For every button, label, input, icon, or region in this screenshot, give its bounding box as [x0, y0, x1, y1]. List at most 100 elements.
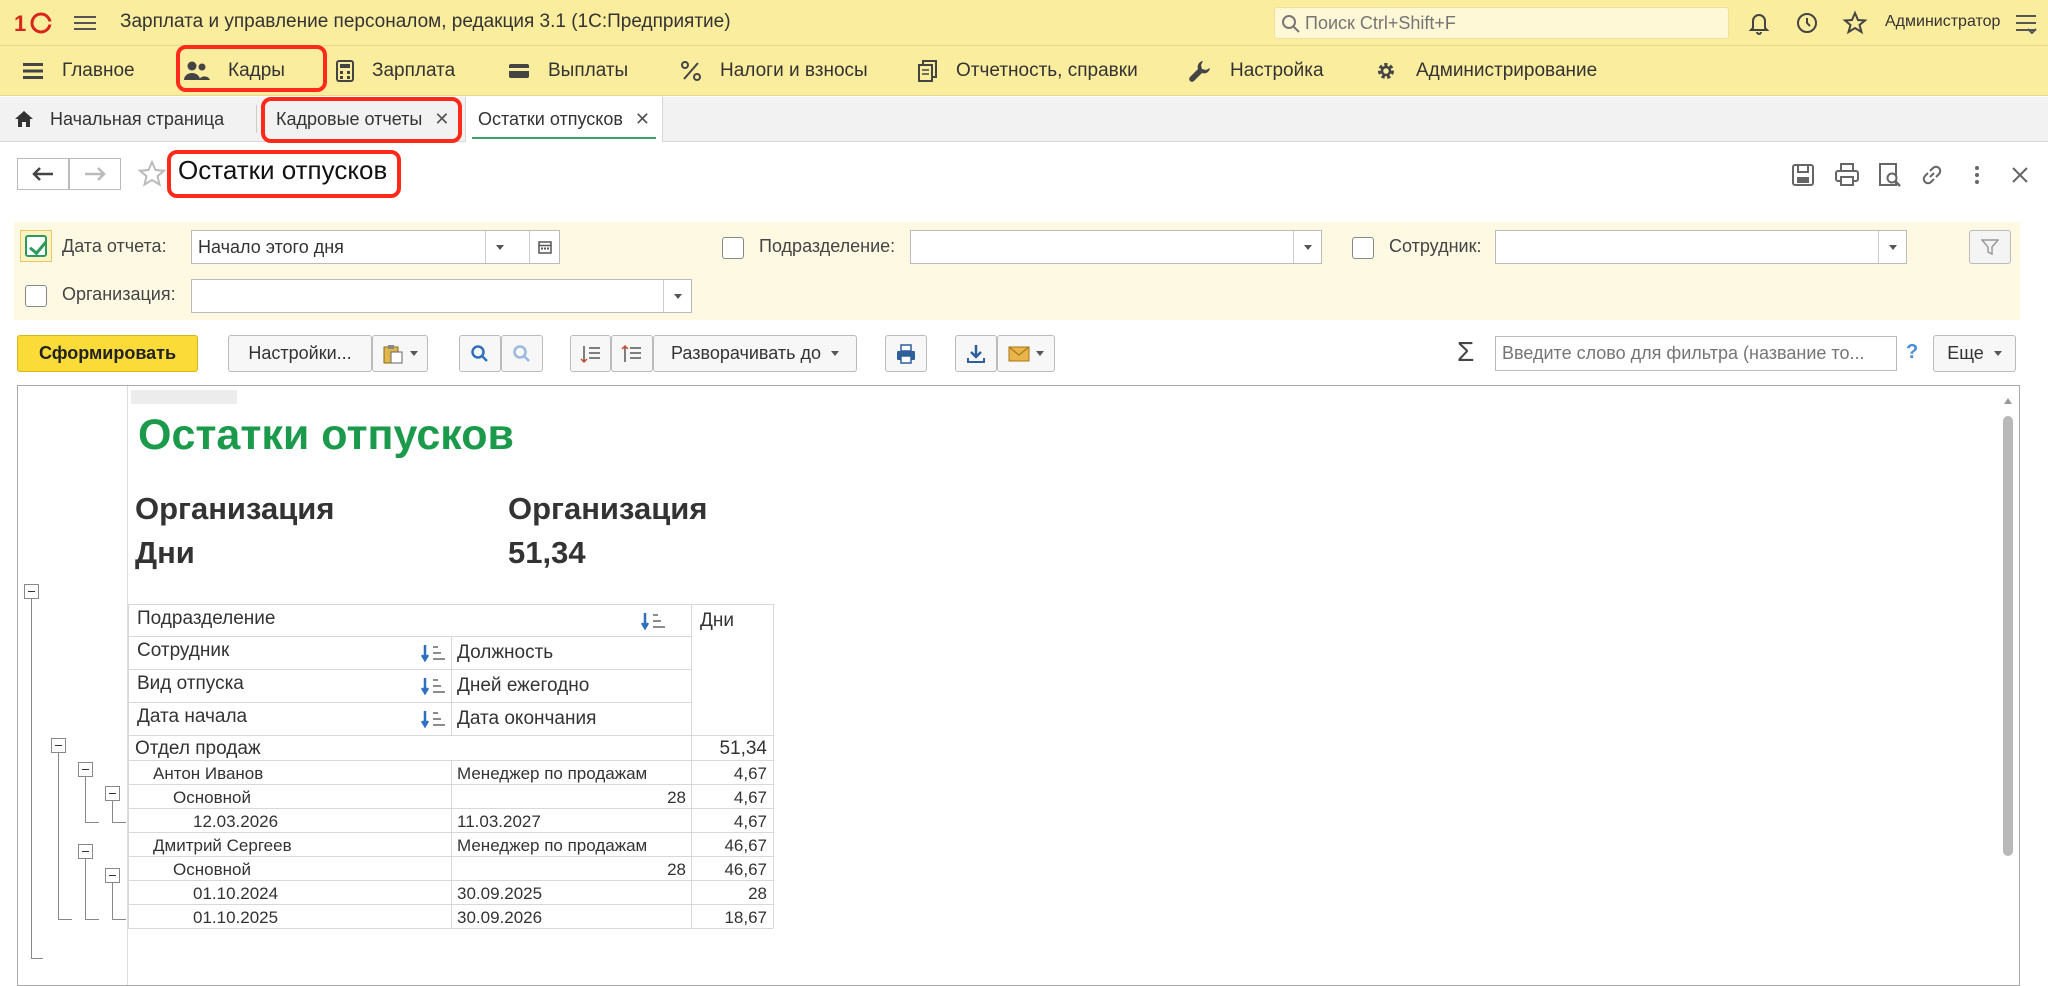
group-collapse-toggle[interactable]	[105, 868, 120, 883]
section-payments[interactable]: Выплаты	[508, 46, 628, 96]
header-start-date[interactable]: Дата начала	[137, 706, 247, 728]
report-document[interactable]: Остатки отпусков Организация Организация…	[17, 385, 2020, 986]
calendar-icon[interactable]	[529, 231, 559, 263]
dropdown-button[interactable]	[485, 231, 513, 263]
report-date-checkbox[interactable]	[25, 235, 47, 257]
header-leave-type[interactable]: Вид отпуска	[137, 673, 244, 695]
sort-icon[interactable]	[420, 643, 448, 665]
tab-home[interactable]: Начальная страница	[2, 97, 236, 141]
row-end-date[interactable]: 30.09.2025	[457, 884, 542, 904]
forward-button[interactable]	[69, 158, 121, 190]
link-icon[interactable]	[1918, 161, 1946, 189]
settings-button[interactable]: Настройки...	[228, 335, 372, 372]
section-main[interactable]: Главное	[22, 46, 135, 96]
row-leave-type[interactable]: Основной	[173, 860, 251, 880]
report-date-field[interactable]: Начало этого дня	[191, 230, 560, 264]
more-actions-icon[interactable]	[1963, 161, 1991, 189]
group-collapse-toggle[interactable]	[78, 762, 93, 777]
group-collapse-toggle[interactable]	[78, 844, 93, 859]
print-preview-icon[interactable]	[1876, 161, 1904, 189]
scroll-up-arrow[interactable]	[2004, 398, 2012, 404]
row-position[interactable]: Менеджер по продажам	[457, 836, 647, 856]
collapse-all-button[interactable]	[570, 335, 611, 372]
row-days[interactable]: 46,67	[698, 860, 767, 880]
sort-icon[interactable]	[420, 676, 448, 698]
bell-icon[interactable]	[1746, 10, 1772, 36]
close-tab-icon[interactable]: ✕	[434, 109, 449, 130]
row-employee[interactable]: Антон Иванов	[153, 764, 263, 784]
department-field[interactable]	[910, 230, 1322, 264]
favorites-star-icon[interactable]	[1842, 10, 1868, 36]
employee-field[interactable]	[1495, 230, 1907, 264]
row-start-date[interactable]: 01.10.2024	[193, 884, 278, 904]
section-hr[interactable]: Кадры	[184, 46, 285, 96]
header-department[interactable]: Подразделение	[137, 608, 275, 630]
dropdown-button[interactable]	[663, 280, 691, 312]
header-end-date[interactable]: Дата окончания	[457, 708, 596, 730]
save-file-button[interactable]	[955, 335, 997, 372]
row-days-per-year[interactable]: 28	[578, 860, 686, 880]
find-next-button[interactable]	[501, 335, 543, 372]
section-taxes[interactable]: Налоги и взносы	[680, 46, 868, 96]
row-employee[interactable]: Дмитрий Сергеев	[153, 836, 292, 856]
global-search[interactable]	[1274, 7, 1729, 39]
row-start-date[interactable]: 12.03.2026	[193, 812, 278, 832]
header-days-per-year[interactable]: Дней ежегодно	[457, 675, 589, 697]
sort-icon[interactable]	[420, 709, 448, 731]
row-leave-type[interactable]: Основной	[173, 788, 251, 808]
settings-menu-icon[interactable]	[2014, 12, 2038, 34]
help-icon[interactable]: ?	[1906, 341, 1918, 364]
sum-icon[interactable]: Σ	[1457, 336, 1474, 368]
employee-checkbox[interactable]	[1352, 237, 1374, 259]
print-icon[interactable]	[1833, 161, 1861, 189]
group-collapse-toggle[interactable]	[24, 584, 39, 599]
row-end-date[interactable]: 30.09.2026	[457, 908, 542, 928]
filter-settings-button[interactable]	[1969, 230, 2011, 264]
section-administration[interactable]: Администрирование	[1374, 46, 1597, 96]
row-end-date[interactable]: 11.03.2027	[457, 812, 541, 832]
expand-all-button[interactable]	[611, 335, 653, 372]
row-days[interactable]: 18,67	[698, 908, 767, 928]
tab-hr-reports[interactable]: Кадровые отчеты ✕	[264, 97, 461, 141]
tab-vacation-balances[interactable]: Остатки отпусков ✕	[465, 97, 663, 142]
row-days[interactable]: 46,67	[698, 836, 767, 856]
row-position[interactable]: Менеджер по продажам	[457, 764, 647, 784]
report-filter-input[interactable]	[1496, 337, 1896, 370]
close-tab-icon[interactable]: ✕	[635, 109, 650, 130]
row-days[interactable]: 4,67	[698, 788, 767, 808]
history-icon[interactable]	[1794, 10, 1820, 36]
favorite-star-icon[interactable]	[136, 158, 168, 190]
print-button[interactable]	[885, 335, 927, 372]
department-checkbox[interactable]	[722, 237, 744, 259]
row-days-per-year[interactable]: 28	[578, 788, 686, 808]
section-salary[interactable]: Зарплата	[336, 46, 455, 96]
row-department[interactable]: Отдел продаж	[135, 738, 261, 760]
dropdown-button[interactable]	[1878, 231, 1906, 263]
dropdown-button[interactable]	[1293, 231, 1321, 263]
report-filter-field[interactable]	[1495, 336, 1897, 371]
global-search-input[interactable]	[1305, 12, 1715, 34]
main-menu-icon[interactable]	[74, 12, 96, 34]
sort-icon[interactable]	[640, 611, 668, 633]
organization-field[interactable]	[191, 279, 692, 313]
1c-logo-icon[interactable]: 1	[14, 10, 56, 36]
organization-checkbox[interactable]	[25, 285, 47, 307]
variants-menu-button[interactable]	[372, 335, 428, 372]
close-icon[interactable]	[2006, 161, 2034, 189]
group-collapse-toggle[interactable]	[105, 786, 120, 801]
row-days[interactable]: 28	[698, 884, 767, 904]
user-name[interactable]: Администратор	[1885, 13, 2000, 31]
send-email-button[interactable]	[997, 335, 1055, 372]
group-collapse-toggle[interactable]	[51, 738, 66, 753]
header-employee[interactable]: Сотрудник	[137, 640, 229, 662]
section-settings[interactable]: Настройка	[1188, 46, 1324, 96]
vertical-scrollbar[interactable]	[2003, 416, 2013, 856]
more-button[interactable]: Еще	[1933, 335, 2016, 372]
save-icon[interactable]	[1789, 161, 1817, 189]
section-reports[interactable]: Отчетность, справки	[918, 46, 1138, 96]
row-days[interactable]: 4,67	[698, 812, 767, 832]
generate-report-button[interactable]: Сформировать	[17, 335, 198, 372]
find-button[interactable]	[459, 335, 501, 372]
header-position[interactable]: Должность	[457, 642, 553, 664]
row-start-date[interactable]: 01.10.2025	[193, 908, 278, 928]
